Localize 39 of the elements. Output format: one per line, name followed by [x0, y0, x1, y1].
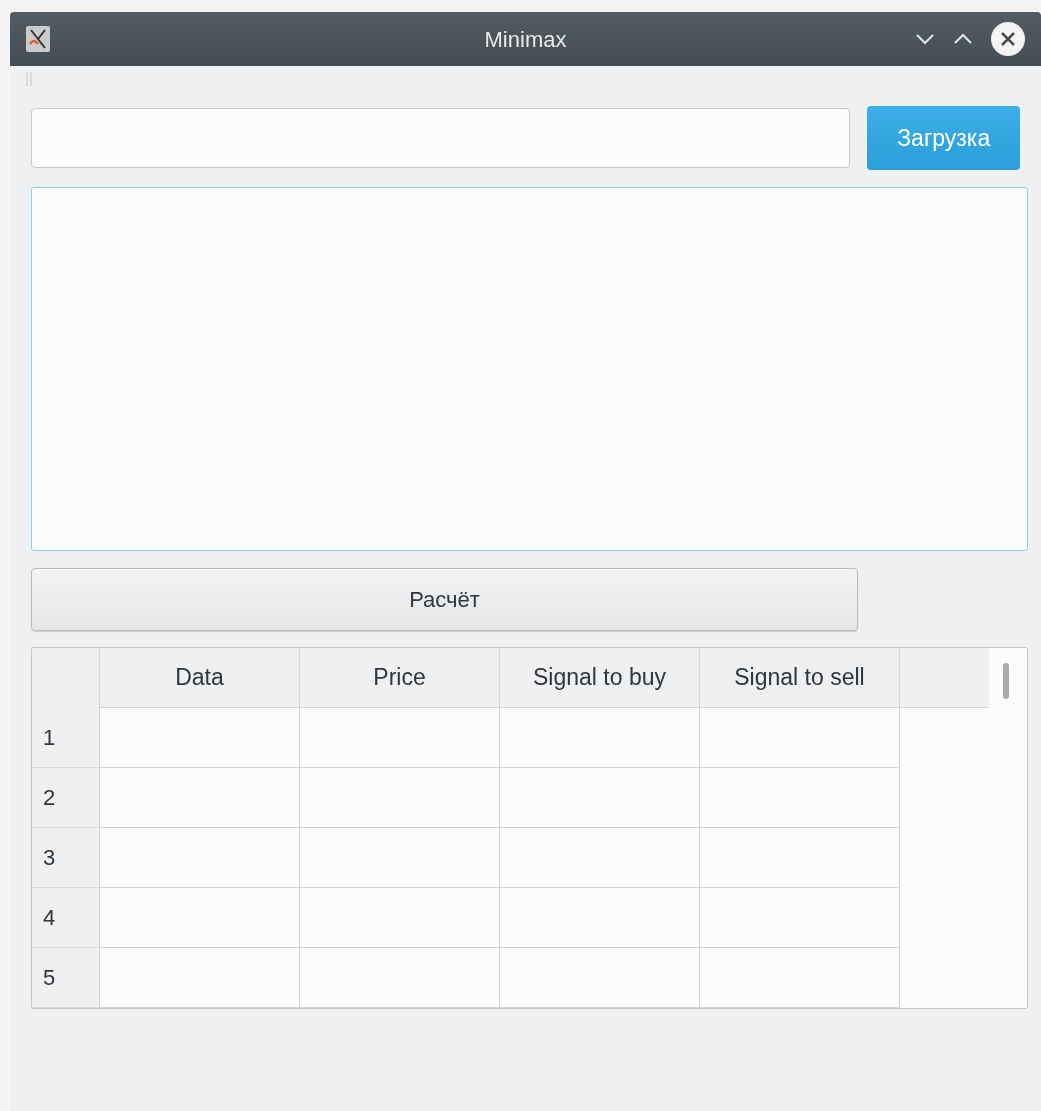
- table-cell[interactable]: [99, 828, 299, 888]
- table-cell[interactable]: [99, 768, 299, 828]
- table-cell[interactable]: [699, 828, 899, 888]
- table-cell[interactable]: [699, 708, 899, 768]
- table-cell[interactable]: [699, 948, 899, 1008]
- file-path-field[interactable]: [31, 108, 851, 168]
- close-icon[interactable]: [991, 22, 1025, 56]
- table-cell[interactable]: [499, 708, 699, 768]
- table-cell[interactable]: [699, 888, 899, 948]
- table-cell[interactable]: [499, 828, 699, 888]
- table-cell[interactable]: [99, 888, 299, 948]
- row-header[interactable]: 5: [32, 948, 99, 1008]
- table-cell[interactable]: [699, 768, 899, 828]
- calculate-button[interactable]: Расчёт: [31, 568, 858, 631]
- table-cell[interactable]: [299, 708, 499, 768]
- column-header[interactable]: Signal to sell: [699, 648, 899, 708]
- table-cell[interactable]: [99, 708, 299, 768]
- window-title: Minimax: [484, 25, 567, 54]
- maximize-icon[interactable]: [953, 33, 973, 45]
- table-cell[interactable]: [499, 768, 699, 828]
- row-header[interactable]: 3: [32, 828, 99, 888]
- scrollbar-handle[interactable]: [1003, 663, 1009, 699]
- table-cell[interactable]: [499, 948, 699, 1008]
- row-header[interactable]: 2: [32, 768, 99, 828]
- table-cell[interactable]: [299, 948, 499, 1008]
- table-cell[interactable]: [299, 828, 499, 888]
- table-cell[interactable]: [299, 888, 499, 948]
- column-header[interactable]: Price: [299, 648, 499, 708]
- app-logo-icon: [26, 26, 50, 52]
- text-area[interactable]: [31, 187, 1028, 551]
- table-cell[interactable]: [499, 888, 699, 948]
- minimize-icon[interactable]: [915, 33, 935, 45]
- table-cell[interactable]: [299, 768, 499, 828]
- corner-header: [32, 648, 99, 708]
- column-header[interactable]: Data: [99, 648, 299, 708]
- row-header[interactable]: 4: [32, 888, 99, 948]
- row-header[interactable]: 1: [32, 708, 99, 768]
- column-header[interactable]: Signal to buy: [499, 648, 699, 708]
- table-cell[interactable]: [99, 948, 299, 1008]
